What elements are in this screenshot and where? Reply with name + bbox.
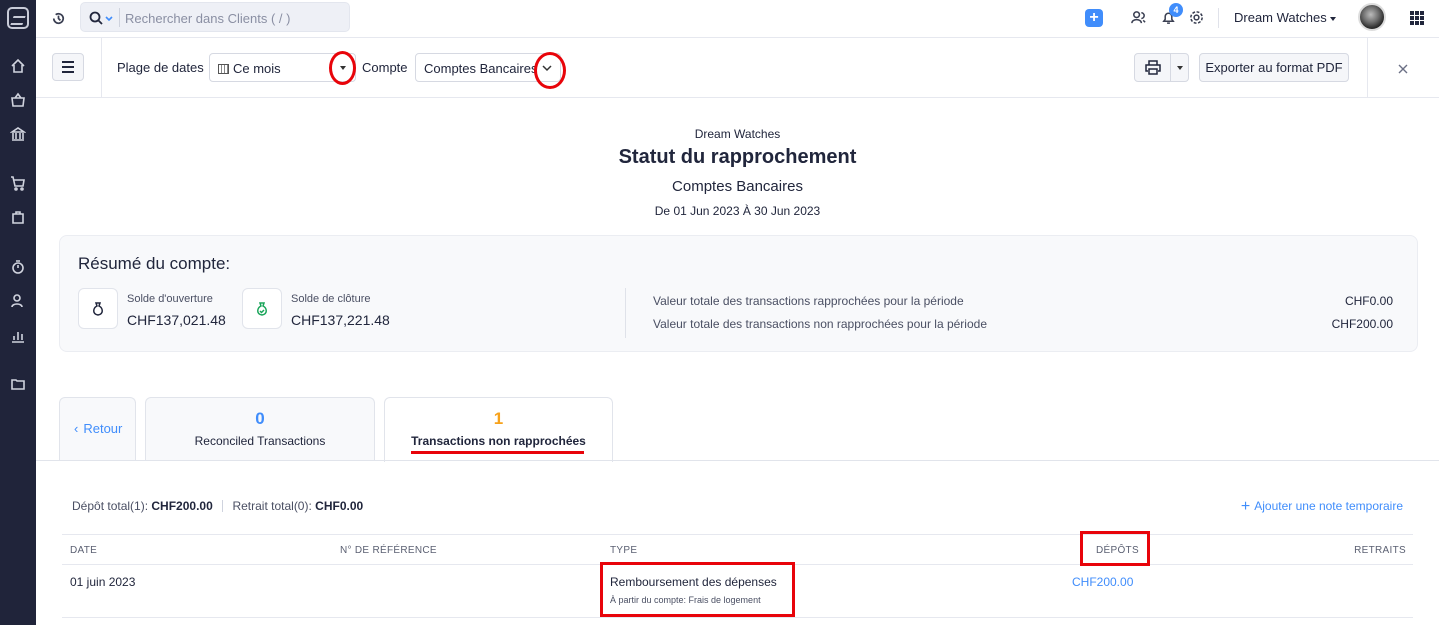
left-sidebar bbox=[0, 0, 36, 625]
app-logo[interactable] bbox=[7, 7, 29, 29]
report-filter-bar: Plage de dates Ce mois Compte Comptes Ba… bbox=[36, 38, 1439, 98]
add-note-label: Ajouter une note temporaire bbox=[1254, 499, 1403, 513]
add-temporary-note-link[interactable]: + Ajouter une note temporaire bbox=[1241, 498, 1403, 516]
transactions-table-header: DATE N° DE RÉFÉRENCE TYPE DÉPÔTS RETRAIT… bbox=[62, 534, 1413, 565]
deposit-total-label: Dépôt total(1): bbox=[72, 499, 149, 513]
closing-balance-label: Solde de clôture bbox=[291, 293, 371, 305]
back-tab[interactable]: ‹ Retour bbox=[59, 397, 136, 461]
reconciled-total-value: CHF0.00 bbox=[1344, 294, 1393, 308]
close-icon[interactable] bbox=[1397, 63, 1409, 75]
plus-icon: + bbox=[1240, 498, 1251, 515]
quick-create-button[interactable]: + bbox=[1085, 9, 1103, 27]
date-range-label: Plage de dates bbox=[117, 60, 204, 75]
summary-divider bbox=[625, 288, 626, 338]
calendar-icon bbox=[218, 64, 229, 74]
search-scope-chevron-icon[interactable] bbox=[105, 16, 113, 22]
totals-divider bbox=[222, 500, 224, 512]
row-deposit-amount[interactable]: CHF200.00 bbox=[1072, 575, 1133, 589]
app-launcher-grid-icon[interactable] bbox=[1410, 11, 1424, 25]
report-title: Statut du rapprochement bbox=[618, 146, 857, 168]
bank-icon[interactable] bbox=[9, 125, 27, 143]
recent-history-icon[interactable] bbox=[50, 10, 68, 28]
opening-balance-value: CHF137,021.48 bbox=[127, 312, 226, 328]
transaction-totals: Dépôt total(1): CHF200.00 Retrait total(… bbox=[72, 499, 363, 513]
unreconciled-tab-label: Transactions non rapprochées bbox=[411, 434, 586, 448]
report-menu-button[interactable] bbox=[52, 53, 84, 81]
reconciled-tab-label: Reconciled Transactions bbox=[194, 434, 326, 448]
date-range-value: Ce mois bbox=[233, 61, 281, 76]
filterbar-divider-right bbox=[1367, 38, 1368, 98]
highlight-box-type-cell bbox=[600, 562, 795, 617]
tabs-baseline bbox=[36, 460, 1439, 461]
organization-switcher[interactable]: Dream Watches bbox=[1234, 10, 1336, 25]
reports-icon[interactable] bbox=[9, 327, 27, 345]
unreconciled-count: 1 bbox=[493, 409, 504, 428]
row-date: 01 juin 2023 bbox=[70, 575, 136, 589]
topbar-divider bbox=[1218, 8, 1219, 28]
chevron-down-icon bbox=[1329, 16, 1336, 21]
account-value: Comptes Bancaires bbox=[424, 61, 538, 76]
withdrawal-total-label: Retrait total(0): bbox=[232, 499, 312, 513]
print-group-divider bbox=[1170, 54, 1171, 81]
reconciled-total-label: Valeur totale des transactions rapproché… bbox=[653, 294, 964, 308]
account-summary-card: Résumé du compte: Solde d'ouverture CHF1… bbox=[59, 235, 1418, 352]
cart-icon[interactable] bbox=[9, 174, 27, 192]
closing-balance-value: CHF137,221.48 bbox=[291, 312, 390, 328]
report-date-range: De 01 Jun 2023 À 30 Jun 2023 bbox=[654, 204, 821, 218]
sales-basket-icon[interactable] bbox=[9, 91, 27, 109]
export-pdf-button[interactable]: Exporter au format PDF bbox=[1199, 53, 1349, 82]
account-label: Compte bbox=[362, 60, 408, 75]
back-tab-label: Retour bbox=[83, 421, 123, 436]
highlight-circle-account-caret bbox=[534, 52, 566, 89]
tab-reconciled-transactions[interactable]: 0 Reconciled Transactions bbox=[145, 397, 375, 461]
timer-icon[interactable] bbox=[9, 258, 27, 276]
summary-heading: Résumé du compte: bbox=[78, 254, 231, 273]
documents-folder-icon[interactable] bbox=[9, 375, 27, 393]
top-bar: + 4 Dream Watches bbox=[36, 0, 1439, 38]
money-bag-check-icon bbox=[242, 288, 282, 329]
shopping-bag-icon[interactable] bbox=[9, 208, 27, 226]
chevron-left-icon: ‹ bbox=[74, 421, 79, 436]
reconciled-count: 0 bbox=[255, 409, 265, 428]
organization-name: Dream Watches bbox=[1234, 10, 1327, 25]
printer-icon[interactable] bbox=[1145, 60, 1161, 75]
print-options-caret-icon[interactable] bbox=[1177, 66, 1183, 70]
highlight-underline-active-tab bbox=[411, 451, 584, 454]
search-input[interactable] bbox=[125, 9, 345, 27]
search-icon[interactable] bbox=[89, 11, 103, 25]
report-organization: Dream Watches bbox=[694, 127, 781, 141]
column-header-reference[interactable]: N° DE RÉFÉRENCE bbox=[340, 545, 437, 556]
search-bar[interactable] bbox=[80, 2, 350, 32]
opening-balance-label: Solde d'ouverture bbox=[127, 293, 213, 305]
print-button-group[interactable] bbox=[1134, 53, 1189, 82]
notifications-badge: 4 bbox=[1169, 3, 1183, 17]
home-icon[interactable] bbox=[9, 57, 27, 75]
withdrawal-total-value: CHF0.00 bbox=[315, 499, 364, 513]
user-avatar[interactable] bbox=[1358, 3, 1386, 31]
column-header-date[interactable]: DATE bbox=[70, 545, 97, 556]
filterbar-divider bbox=[101, 38, 102, 98]
column-header-withdrawals[interactable]: RETRAITS bbox=[1354, 545, 1406, 556]
refer-users-icon[interactable] bbox=[1130, 9, 1148, 27]
highlight-circle-date-caret bbox=[329, 51, 356, 85]
unreconciled-total-value: CHF200.00 bbox=[1331, 317, 1393, 331]
contacts-icon[interactable] bbox=[9, 292, 27, 310]
report-subtitle: Comptes Bancaires bbox=[672, 178, 803, 195]
column-header-type[interactable]: TYPE bbox=[610, 545, 637, 556]
unreconciled-total-label: Valeur totale des transactions non rappr… bbox=[653, 317, 987, 331]
settings-gear-icon[interactable] bbox=[1188, 9, 1206, 27]
highlight-box-deposits-header bbox=[1080, 531, 1150, 566]
money-bag-icon bbox=[78, 288, 118, 329]
deposit-total-value: CHF200.00 bbox=[151, 499, 213, 513]
search-divider bbox=[119, 8, 120, 27]
